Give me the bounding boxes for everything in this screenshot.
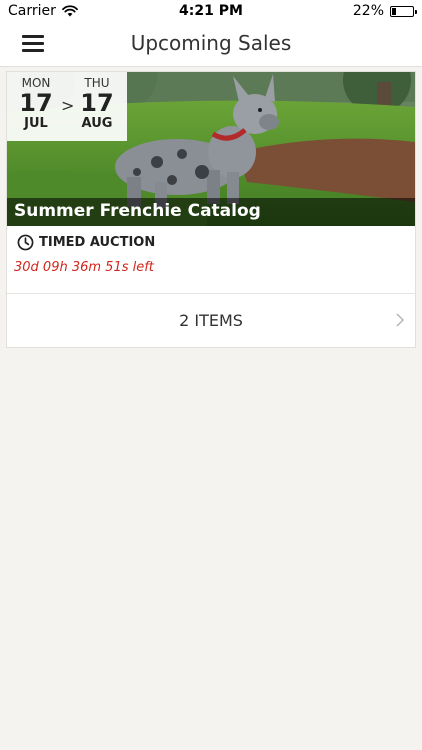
start-month: JUL xyxy=(24,116,48,131)
nav-bar: Upcoming Sales xyxy=(0,22,422,67)
date-arrow: > xyxy=(61,96,75,115)
auction-type-label: TIMED AUCTION xyxy=(39,235,156,250)
start-weekday: MON xyxy=(21,76,51,90)
sale-title-overlay: Summer Frenchie Catalog xyxy=(7,198,415,226)
chevron-right-icon xyxy=(396,313,404,327)
clock-icon xyxy=(17,234,34,251)
page-title: Upcoming Sales xyxy=(130,31,292,55)
end-day: 17 xyxy=(80,89,114,117)
items-count-label: 2 ITEMS xyxy=(179,311,243,330)
start-date: MON 17 JUL xyxy=(13,76,59,131)
sale-date-range: MON 17 JUL > THU 17 AUG xyxy=(7,72,127,141)
status-right: 22% xyxy=(352,3,417,19)
time-remaining: 30d 09h 36m 51s left xyxy=(14,260,154,275)
items-row-button[interactable]: 2 ITEMS xyxy=(7,294,415,348)
end-month: AUG xyxy=(81,116,113,131)
battery-percent: 22% xyxy=(352,3,384,19)
sale-image[interactable]: MON 17 JUL > THU 17 AUG Summer Frenchie … xyxy=(7,72,415,226)
sale-card[interactable]: MON 17 JUL > THU 17 AUG Summer Frenchie … xyxy=(6,71,416,348)
end-date: THU 17 AUG xyxy=(74,76,120,131)
start-day: 17 xyxy=(19,89,53,117)
battery-fill xyxy=(392,7,397,15)
battery-icon xyxy=(390,5,417,17)
status-bar: Carrier 4:21 PM 22% xyxy=(0,0,422,22)
end-weekday: THU xyxy=(84,76,110,90)
sale-title[interactable]: Summer Frenchie Catalog xyxy=(14,201,261,221)
auction-type-row: TIMED AUCTION xyxy=(17,234,155,251)
